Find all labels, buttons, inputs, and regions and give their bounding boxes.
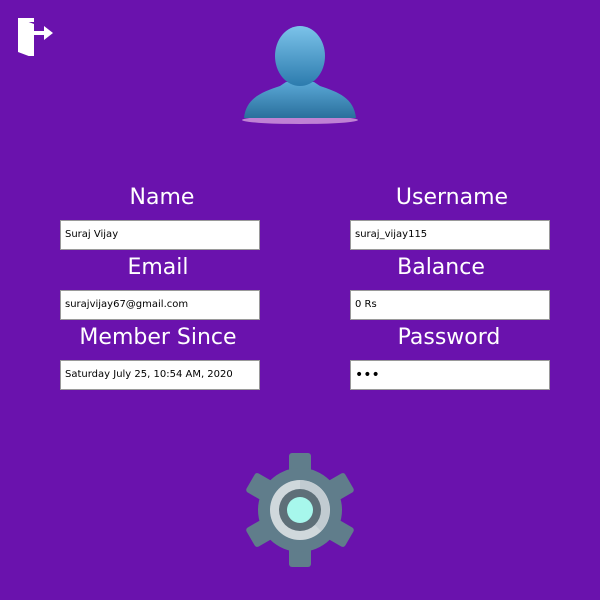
- balance-field[interactable]: 0 Rs: [350, 290, 550, 320]
- avatar: [240, 24, 360, 128]
- password-label: Password: [397, 325, 501, 350]
- email-field[interactable]: surajvijay67@gmail.com: [60, 290, 260, 320]
- balance-label: Balance: [397, 255, 485, 280]
- name-label: Name: [129, 185, 195, 210]
- password-field[interactable]: •••: [350, 360, 550, 390]
- member-since-field[interactable]: Saturday July 25, 10:54 AM, 2020: [60, 360, 260, 390]
- username-label: Username: [395, 185, 509, 210]
- user-avatar-icon: [242, 26, 358, 124]
- email-label: Email: [127, 255, 189, 280]
- logout-button[interactable]: [14, 14, 56, 58]
- settings-button[interactable]: [242, 450, 358, 570]
- member-since-label: Member Since: [79, 325, 237, 350]
- username-field[interactable]: suraj_vijay115: [350, 220, 550, 250]
- gear-icon: [246, 453, 354, 567]
- logout-door-icon: [18, 18, 53, 58]
- name-field[interactable]: Suraj Vijay: [60, 220, 260, 250]
